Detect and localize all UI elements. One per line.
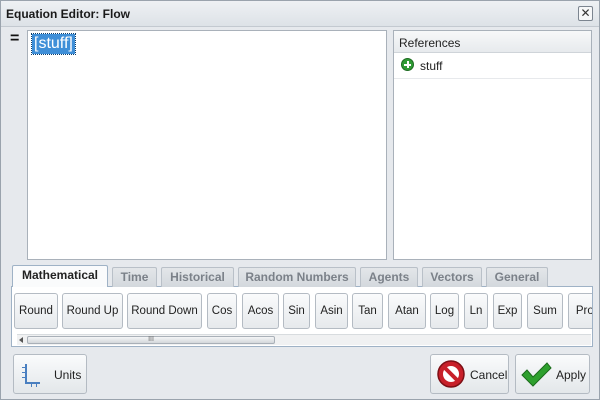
apply-label: Apply xyxy=(556,368,587,382)
tab-mathematical[interactable]: Mathematical xyxy=(12,265,108,288)
function-category-tabs: Mathematical Time Historical Random Numb… xyxy=(11,265,593,288)
function-button-round-up[interactable]: Round Up xyxy=(62,293,123,329)
function-button-round[interactable]: Round xyxy=(14,293,58,329)
scroll-left-icon[interactable] xyxy=(19,337,23,343)
window-title: Equation Editor: Flow xyxy=(6,7,130,21)
close-icon: ✕ xyxy=(580,6,591,20)
checkmark-icon xyxy=(521,362,552,387)
function-button-sin[interactable]: Sin xyxy=(283,293,310,329)
function-button-cos[interactable]: Cos xyxy=(207,293,237,329)
function-button-round-down[interactable]: Round Down xyxy=(127,293,202,329)
ruler-icon xyxy=(22,364,40,387)
units-button[interactable]: Units xyxy=(13,354,87,394)
tab-historical[interactable]: Historical xyxy=(161,267,234,287)
function-button-log[interactable]: Log xyxy=(430,293,459,329)
function-button-exp[interactable]: Exp xyxy=(493,293,522,329)
references-panel: References stuff xyxy=(393,30,592,260)
equation-editor-dialog: Equation Editor: Flow ✕ = [stuff] Refere… xyxy=(0,0,600,400)
reference-label: stuff xyxy=(420,59,443,73)
function-button-atan[interactable]: Atan xyxy=(388,293,426,329)
tab-agents[interactable]: Agents xyxy=(360,267,418,287)
scroll-grip-icon: III xyxy=(148,336,154,343)
function-button-acos[interactable]: Acos xyxy=(242,293,279,329)
tab-general[interactable]: General xyxy=(486,267,548,287)
horizontal-scrollbar[interactable]: III xyxy=(17,334,591,345)
add-circle-icon[interactable] xyxy=(401,58,414,71)
apply-button[interactable]: Apply xyxy=(515,354,590,394)
function-button-prod[interactable]: Prod xyxy=(568,293,592,329)
close-button[interactable]: ✕ xyxy=(578,6,593,21)
no-entry-icon xyxy=(437,360,465,388)
function-button-ln[interactable]: Ln xyxy=(464,293,488,329)
scroll-thumb[interactable]: III xyxy=(27,336,275,344)
cancel-button[interactable]: Cancel xyxy=(430,354,509,394)
units-label: Units xyxy=(54,368,82,382)
cancel-label: Cancel xyxy=(470,368,508,382)
references-header: References xyxy=(394,31,591,53)
selected-token[interactable]: [stuff] xyxy=(31,33,76,55)
equals-sign: = xyxy=(10,30,20,47)
function-button-sum[interactable]: Sum xyxy=(527,293,563,329)
tab-random-numbers[interactable]: Random Numbers xyxy=(238,267,356,287)
title-bar[interactable]: Equation Editor: Flow ✕ xyxy=(1,1,599,27)
tab-vectors[interactable]: Vectors xyxy=(422,267,482,287)
reference-item-stuff[interactable]: stuff xyxy=(394,53,591,79)
function-button-tan[interactable]: Tan xyxy=(352,293,383,329)
tab-time[interactable]: Time xyxy=(112,267,157,287)
equation-input[interactable]: [stuff] xyxy=(27,30,387,260)
function-button-asin[interactable]: Asin xyxy=(315,293,348,329)
